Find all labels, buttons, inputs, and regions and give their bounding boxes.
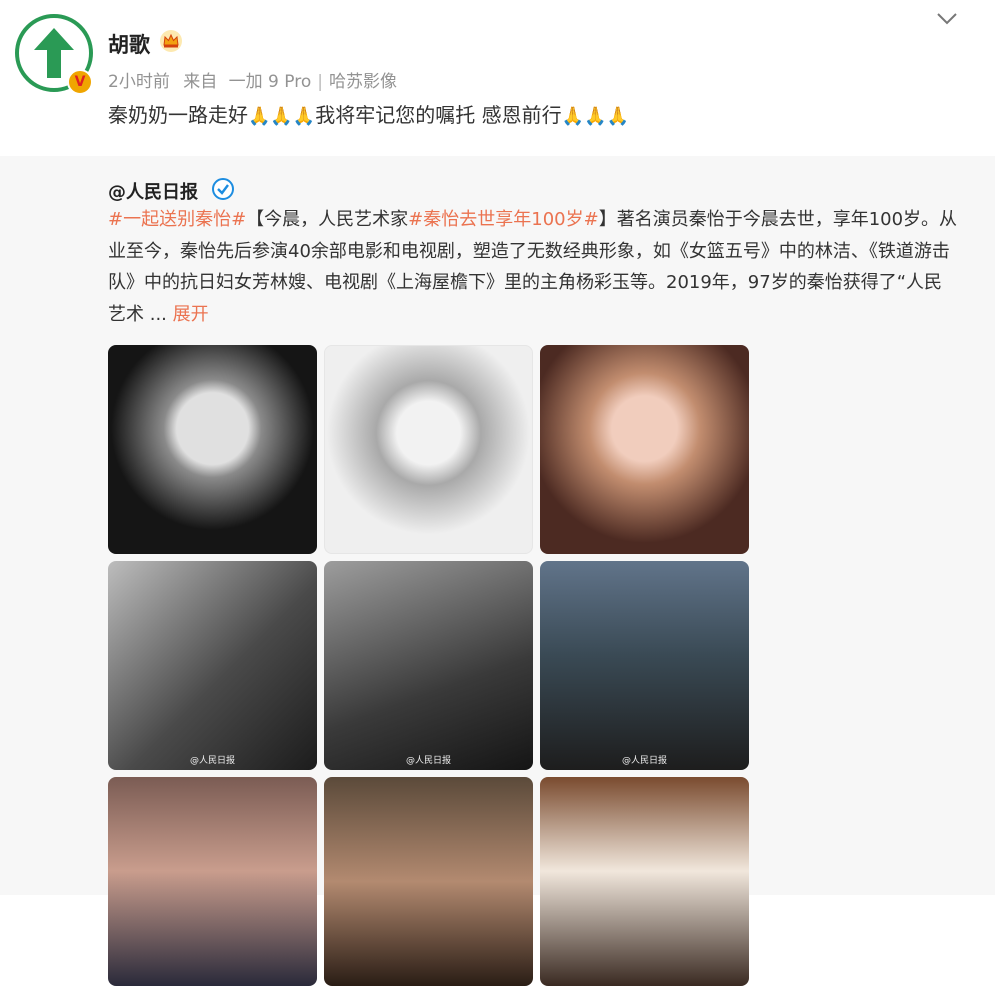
post-time[interactable]: 2小时前	[108, 72, 170, 92]
post-meta: 2小时前 来自 一加 9 Pro | 哈苏影像	[108, 67, 397, 92]
pray-emoji: 🙏	[270, 106, 293, 127]
username[interactable]: 胡歌	[108, 29, 150, 59]
photo-thumbnail[interactable]	[108, 345, 317, 554]
hashtag-link[interactable]: #一起送别秦怡#	[108, 209, 246, 230]
ellipsis: ...	[144, 303, 173, 325]
device-name: 一加 9 Pro	[228, 72, 312, 92]
photo-thumbnail[interactable]	[324, 345, 533, 554]
original-post-text: #一起送别秦怡#【今晨，人民艺术家#秦怡去世享年100岁#】著名演员秦怡于今晨去…	[108, 204, 958, 330]
chevron-down-icon[interactable]	[934, 8, 960, 28]
meta-divider: |	[317, 72, 323, 92]
expand-link[interactable]: 展开	[173, 304, 209, 325]
post-header: V 胡歌 2小时前 来自 一加 9 Pro | 哈苏影像 秦奶奶一路走好🙏🙏🙏我将牢…	[0, 0, 995, 156]
verified-icon	[212, 178, 234, 200]
photo-thumbnail[interactable]: @人民日报	[108, 561, 317, 770]
photo-watermark: @人民日报	[189, 756, 236, 766]
photo-thumbnail[interactable]: @人民日报	[324, 561, 533, 770]
photo-thumbnail[interactable]: @人民日报	[540, 561, 749, 770]
pray-emoji: 🙏	[248, 106, 271, 127]
post-text: 秦奶奶一路走好🙏🙏🙏我将牢记您的嘱托 感恩前行🙏🙏🙏	[108, 99, 629, 128]
hashtag-link[interactable]: #秦怡去世享年100岁#	[408, 209, 599, 230]
pray-emoji: 🙏	[561, 106, 585, 127]
text-segment: 【今晨，人民艺术家	[246, 209, 409, 230]
pray-emoji: 🙏	[292, 106, 316, 127]
crown-icon	[160, 30, 182, 52]
photo-thumbnail[interactable]	[540, 777, 749, 986]
camera-tag: 哈苏影像	[328, 72, 397, 92]
original-author[interactable]: @人民日报	[108, 178, 198, 204]
photo-thumbnail[interactable]	[324, 777, 533, 986]
vip-badge: V	[67, 69, 93, 95]
post-text-part1: 秦奶奶一路走好	[108, 103, 248, 127]
source-prefix: 来自	[183, 72, 218, 92]
photo-watermark: @人民日报	[405, 756, 452, 766]
photo-watermark: @人民日报	[621, 756, 668, 766]
pray-emoji: 🙏	[606, 106, 629, 127]
photo-thumbnail[interactable]	[540, 345, 749, 554]
post-text-part2: 我将牢记您的嘱托 感恩前行	[315, 103, 562, 127]
repost-card: @人民日报 #一起送别秦怡#【今晨，人民艺术家#秦怡去世享年100岁#】著名演员…	[0, 156, 995, 986]
pray-emoji: 🙏	[584, 106, 607, 127]
photo-thumbnail[interactable]	[108, 777, 317, 986]
